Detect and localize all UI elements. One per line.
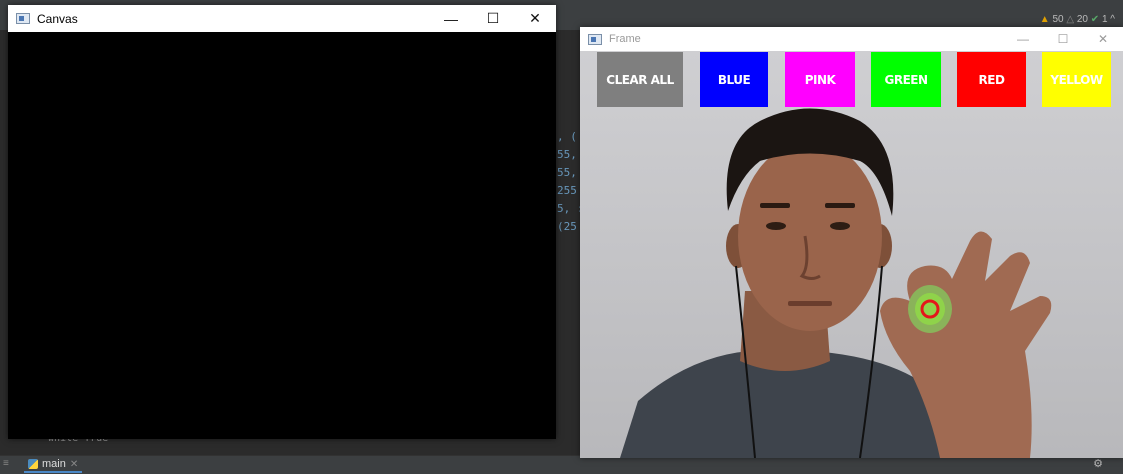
frame-titlebar[interactable]: Frame — ☐ ✕ <box>580 27 1123 51</box>
canvas-titlebar[interactable]: Canvas — ☐ ✕ <box>8 5 556 32</box>
python-icon <box>28 459 38 469</box>
warning-icon: ▲ <box>1039 14 1050 25</box>
canvas-window: Canvas — ☐ ✕ <box>8 5 556 439</box>
clear-all-button[interactable]: CLEAR ALL <box>597 52 683 107</box>
green-button[interactable]: GREEN <box>871 52 941 107</box>
code-fragment: 55, <box>557 148 577 161</box>
run-tab-main[interactable]: main ✕ <box>24 457 83 473</box>
yellow-button[interactable]: YELLOW <box>1042 52 1111 107</box>
maximize-button[interactable]: ☐ <box>1043 27 1083 51</box>
close-button[interactable]: ✕ <box>514 5 556 32</box>
red-button[interactable]: RED <box>957 52 1026 107</box>
code-fragment: (25 <box>557 220 577 233</box>
blue-button[interactable]: BLUE <box>700 52 768 107</box>
pink-button[interactable]: PINK <box>785 52 855 107</box>
code-fragment: 255 <box>557 184 577 197</box>
webcam-feed[interactable]: CLEAR ALL BLUE PINK GREEN RED YELLOW <box>580 51 1123 458</box>
window-icon <box>16 13 30 24</box>
person-illustration <box>620 108 1052 458</box>
weak-warning-count: 20 <box>1076 14 1088 25</box>
minimize-button[interactable]: — <box>1003 27 1043 51</box>
close-icon[interactable]: ✕ <box>70 459 78 470</box>
gear-icon[interactable]: ⚙ <box>1093 457 1103 470</box>
maximize-button[interactable]: ☐ <box>472 5 514 32</box>
code-fragment: 55, <box>557 166 577 179</box>
code-fragment: , ( <box>557 130 577 143</box>
window-title: Frame <box>609 33 641 45</box>
tracker-circle-icon <box>920 299 940 319</box>
close-button[interactable]: ✕ <box>1083 27 1123 51</box>
frame-window: Frame — ☐ ✕ CLEAR ALL BLUE PINK GREEN RE… <box>580 27 1123 458</box>
tool-strip-icon[interactable]: ≡ <box>3 458 9 469</box>
minimize-button[interactable]: — <box>430 5 472 32</box>
inspection-widget[interactable]: ▲ 50 △ 20 ✔ 1 ^ <box>1040 14 1115 25</box>
window-title: Canvas <box>37 11 78 26</box>
drawing-canvas[interactable] <box>8 32 556 439</box>
ok-count: 1 <box>1101 14 1108 25</box>
warning-count: 50 <box>1052 14 1064 25</box>
weak-warning-icon: △ <box>1066 14 1075 25</box>
check-icon: ✔ <box>1090 14 1100 25</box>
chevron-up-icon[interactable]: ^ <box>1110 14 1115 25</box>
window-icon <box>588 33 602 45</box>
run-tab-label: main <box>42 458 66 470</box>
